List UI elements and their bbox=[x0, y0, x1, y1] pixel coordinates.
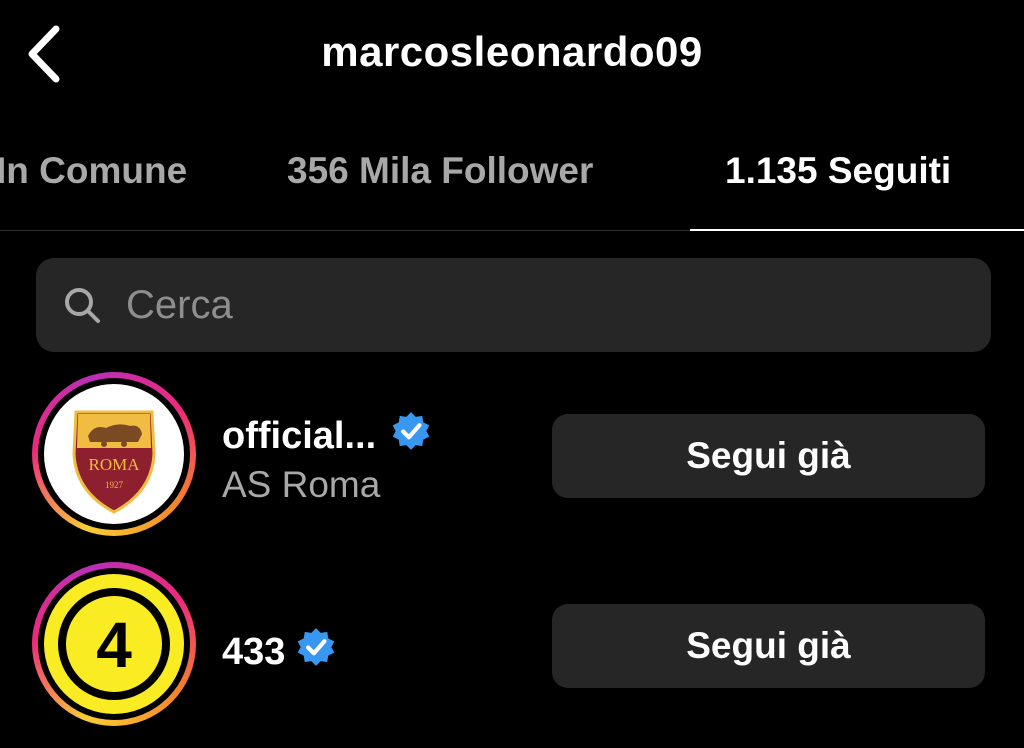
verified-badge-icon bbox=[295, 626, 337, 678]
account-full-name: AS Roma bbox=[222, 464, 381, 505]
tab-following[interactable]: 1.135 Seguiti bbox=[725, 150, 951, 192]
account-username[interactable]: 433 bbox=[222, 626, 337, 678]
433-logo-icon: 4 bbox=[58, 588, 170, 700]
account-username[interactable]: official... bbox=[222, 410, 432, 462]
following-button[interactable]: Segui già bbox=[552, 414, 985, 498]
tab-followers[interactable]: 356 Mila Follower bbox=[287, 150, 593, 192]
avatar[interactable]: 4 bbox=[32, 562, 196, 726]
follow-tabs: In Comune 356 Mila Follower 1.135 Seguit… bbox=[0, 130, 1024, 231]
verified-badge-icon bbox=[390, 410, 432, 462]
list-item: ROMA 1927 official... AS Roma Segui già bbox=[0, 372, 1024, 540]
svg-text:1927: 1927 bbox=[105, 480, 124, 490]
search-icon bbox=[65, 288, 100, 323]
search-bar[interactable] bbox=[36, 258, 991, 352]
list-item: 4 433 Segui già bbox=[0, 562, 1024, 730]
following-button[interactable]: Segui già bbox=[552, 604, 985, 688]
search-input[interactable] bbox=[124, 281, 908, 329]
active-tab-indicator bbox=[690, 229, 1024, 231]
svg-text:ROMA: ROMA bbox=[88, 455, 140, 474]
profile-username-title: marcosleonardo09 bbox=[321, 28, 703, 75]
tab-in-comune[interactable]: In Comune bbox=[0, 150, 187, 192]
top-bar: marcosleonardo09 bbox=[0, 0, 1024, 110]
svg-text:4: 4 bbox=[96, 609, 132, 681]
as-roma-crest-icon: ROMA 1927 bbox=[72, 410, 156, 514]
avatar[interactable]: ROMA 1927 bbox=[32, 372, 196, 536]
